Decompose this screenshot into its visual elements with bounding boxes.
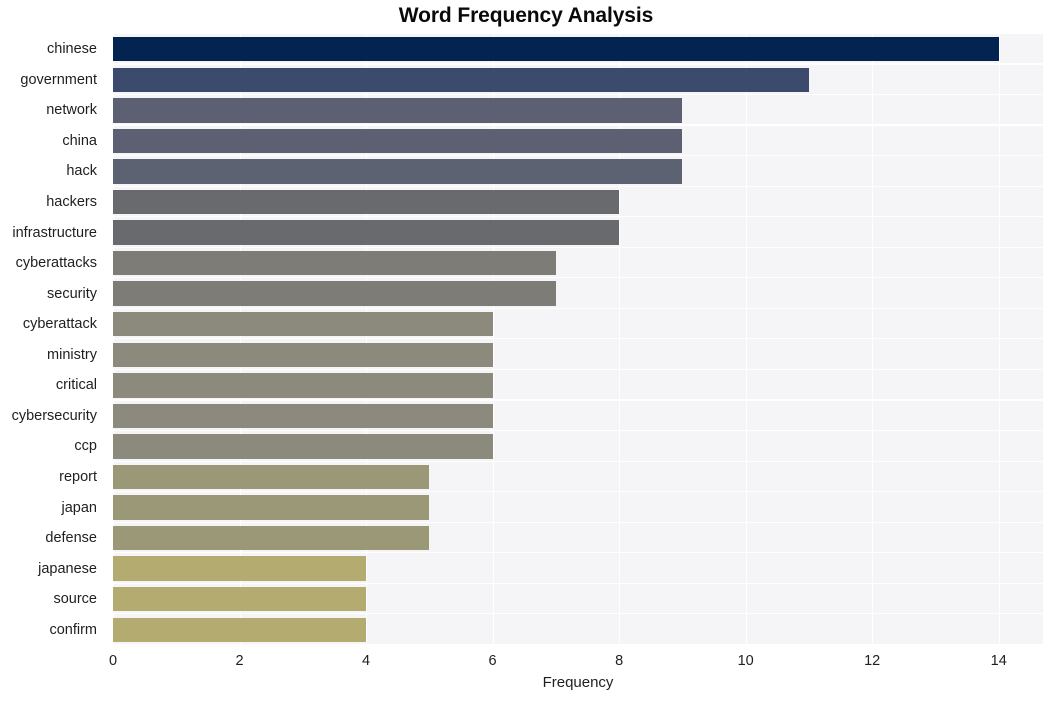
x-tick-label-12: 12 xyxy=(864,653,881,669)
bar-cyberattack xyxy=(113,312,493,337)
bar-defense xyxy=(113,525,430,551)
row-separator xyxy=(113,93,1043,96)
bar-row xyxy=(113,250,1043,276)
bar-ccp xyxy=(113,434,493,459)
bar-row xyxy=(113,281,1043,306)
y-tick-label-cybersecurity: cybersecurity xyxy=(11,407,97,424)
bar-row xyxy=(113,220,1043,245)
bar-row xyxy=(113,556,1043,581)
y-tick-label-security: security xyxy=(47,285,97,302)
bar-china xyxy=(113,128,683,154)
bar-network xyxy=(113,98,683,123)
y-tick-label-cyberattack: cyberattack xyxy=(22,316,97,333)
bar-row xyxy=(113,586,1043,612)
bar-row xyxy=(113,342,1043,367)
bar-row xyxy=(113,37,1043,62)
y-tick-label-report: report xyxy=(59,468,97,485)
row-separator xyxy=(113,399,1043,401)
bar-japan xyxy=(113,495,430,520)
y-tick-label-japanese: japanese xyxy=(38,560,97,577)
bar-security xyxy=(113,281,556,306)
y-tick-label-hack: hack xyxy=(66,163,97,180)
row-separator xyxy=(113,124,1043,126)
row-separator xyxy=(113,491,1043,493)
row-separator xyxy=(113,368,1043,371)
row-separator xyxy=(113,277,1043,279)
row-separator xyxy=(113,552,1043,554)
bar-row xyxy=(113,159,1043,184)
y-axis-tick-labels: chinese government network china hack hackers… xyxy=(0,34,105,645)
bar-cybersecurity xyxy=(113,403,493,429)
x-axis-tick-labels: 0 2 4 6 8 10 12 14 xyxy=(109,645,1043,675)
bar-confirm xyxy=(113,617,367,642)
x-tick-label-4: 4 xyxy=(362,653,371,669)
row-separator xyxy=(113,521,1043,523)
row-separator xyxy=(113,155,1043,157)
bar-row xyxy=(113,312,1043,337)
bar-row xyxy=(113,98,1043,123)
y-tick-label-japan: japan xyxy=(61,499,97,516)
bar-source xyxy=(113,586,367,612)
x-tick-label-6: 6 xyxy=(488,653,497,669)
bar-row xyxy=(113,525,1043,551)
y-tick-label-network: network xyxy=(46,102,97,119)
y-tick-label-chinese: chinese xyxy=(47,41,97,58)
x-axis-title: Frequency xyxy=(542,674,614,691)
row-separator xyxy=(113,185,1043,187)
bar-row xyxy=(113,67,1043,93)
row-separator xyxy=(113,429,1043,432)
plot-area xyxy=(113,34,1043,645)
y-tick-label-cyberattacks: cyberattacks xyxy=(15,255,97,272)
row-separator xyxy=(113,460,1043,462)
y-tick-label-ministry: ministry xyxy=(47,346,97,363)
bar-hack xyxy=(113,159,683,184)
y-tick-label-government: government xyxy=(20,71,97,88)
y-tick-label-critical: critical xyxy=(55,377,97,394)
x-tick-label-8: 8 xyxy=(615,653,624,669)
row-separator xyxy=(113,216,1043,218)
y-tick-label-china: china xyxy=(62,132,97,149)
bar-ministry xyxy=(113,342,493,367)
bar-row xyxy=(113,617,1043,642)
bar-report xyxy=(113,464,430,490)
row-separator xyxy=(113,246,1043,248)
chart-title: Word Frequency Analysis xyxy=(398,4,654,27)
bar-row xyxy=(113,189,1043,215)
bar-row xyxy=(113,128,1043,154)
bar-row xyxy=(113,495,1043,520)
y-tick-label-confirm: confirm xyxy=(49,621,97,638)
row-separator xyxy=(113,338,1043,340)
bar-row xyxy=(113,403,1043,429)
bar-cyberattacks xyxy=(113,250,556,276)
bar-chinese xyxy=(113,37,999,62)
y-tick-label-source: source xyxy=(53,591,97,608)
row-separator xyxy=(113,582,1043,584)
bar-critical xyxy=(113,373,493,398)
y-tick-label-defense: defense xyxy=(45,530,97,547)
row-separator xyxy=(113,613,1043,615)
row-separator xyxy=(113,63,1043,65)
bar-row xyxy=(113,464,1043,490)
word-frequency-chart-figure: Word Frequency Analysis chinese governmen… xyxy=(0,0,1052,701)
bar-row xyxy=(113,434,1043,459)
y-tick-label-hackers: hackers xyxy=(46,194,97,211)
x-tick-label-0: 0 xyxy=(108,653,118,669)
x-tick-label-10: 10 xyxy=(737,653,754,669)
bar-infrastructure xyxy=(113,220,620,245)
y-tick-label-infrastructure: infrastructure xyxy=(12,224,97,241)
y-tick-label-ccp: ccp xyxy=(74,438,97,455)
row-separator xyxy=(113,307,1043,309)
bars-layer xyxy=(113,34,1043,645)
bar-hackers xyxy=(113,189,620,215)
x-tick-label-2: 2 xyxy=(235,653,244,669)
bar-japanese xyxy=(113,556,367,581)
bar-government xyxy=(113,67,809,93)
x-tick-label-14: 14 xyxy=(990,653,1007,669)
bar-row xyxy=(113,373,1043,398)
